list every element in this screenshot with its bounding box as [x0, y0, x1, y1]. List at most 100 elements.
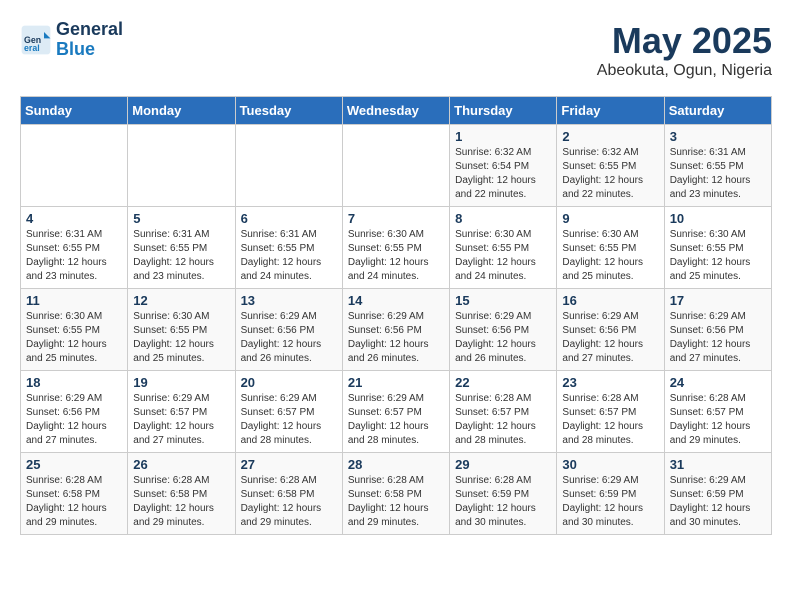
- day-info: Sunrise: 6:29 AM Sunset: 6:59 PM Dayligh…: [670, 474, 766, 530]
- day-info: Sunrise: 6:28 AM Sunset: 6:57 PM Dayligh…: [562, 392, 658, 448]
- calendar-header-row: SundayMondayTuesdayWednesdayThursdayFrid…: [21, 97, 772, 125]
- calendar-cell: 17 Sunrise: 6:29 AM Sunset: 6:56 PM Dayli…: [664, 289, 771, 371]
- calendar-cell: 19 Sunrise: 6:29 AM Sunset: 6:57 PM Dayli…: [128, 371, 235, 453]
- day-number: 22: [455, 375, 551, 390]
- day-info: Sunrise: 6:28 AM Sunset: 6:57 PM Dayligh…: [670, 392, 766, 448]
- day-info: Sunrise: 6:29 AM Sunset: 6:57 PM Dayligh…: [348, 392, 444, 448]
- day-info: Sunrise: 6:28 AM Sunset: 6:58 PM Dayligh…: [241, 474, 337, 530]
- calendar-cell: 21 Sunrise: 6:29 AM Sunset: 6:57 PM Dayli…: [342, 371, 449, 453]
- day-number: 29: [455, 457, 551, 472]
- day-number: 26: [133, 457, 229, 472]
- calendar-cell: [235, 125, 342, 207]
- calendar-cell: 22 Sunrise: 6:28 AM Sunset: 6:57 PM Dayli…: [450, 371, 557, 453]
- day-number: 19: [133, 375, 229, 390]
- day-number: 14: [348, 293, 444, 308]
- day-info: Sunrise: 6:29 AM Sunset: 6:56 PM Dayligh…: [562, 310, 658, 366]
- day-info: Sunrise: 6:30 AM Sunset: 6:55 PM Dayligh…: [562, 228, 658, 284]
- day-number: 7: [348, 211, 444, 226]
- day-info: Sunrise: 6:28 AM Sunset: 6:58 PM Dayligh…: [348, 474, 444, 530]
- day-number: 10: [670, 211, 766, 226]
- svg-text:eral: eral: [24, 43, 40, 53]
- day-info: Sunrise: 6:29 AM Sunset: 6:56 PM Dayligh…: [26, 392, 122, 448]
- day-number: 15: [455, 293, 551, 308]
- day-info: Sunrise: 6:28 AM Sunset: 6:58 PM Dayligh…: [133, 474, 229, 530]
- day-info: Sunrise: 6:30 AM Sunset: 6:55 PM Dayligh…: [348, 228, 444, 284]
- day-info: Sunrise: 6:28 AM Sunset: 6:58 PM Dayligh…: [26, 474, 122, 530]
- day-info: Sunrise: 6:31 AM Sunset: 6:55 PM Dayligh…: [241, 228, 337, 284]
- day-info: Sunrise: 6:28 AM Sunset: 6:57 PM Dayligh…: [455, 392, 551, 448]
- day-number: 24: [670, 375, 766, 390]
- header-tuesday: Tuesday: [235, 97, 342, 125]
- day-info: Sunrise: 6:28 AM Sunset: 6:59 PM Dayligh…: [455, 474, 551, 530]
- calendar-cell: 7 Sunrise: 6:30 AM Sunset: 6:55 PM Daylig…: [342, 207, 449, 289]
- week-row-1: 1Sunrise: 6:32 AM Sunset: 6:54 PM Daylig…: [21, 125, 772, 207]
- title-block: May 2025 Abeokuta, Ogun, Nigeria: [597, 20, 772, 80]
- day-info: Sunrise: 6:31 AM Sunset: 6:55 PM Dayligh…: [26, 228, 122, 284]
- calendar-cell: 26 Sunrise: 6:28 AM Sunset: 6:58 PM Dayli…: [128, 453, 235, 535]
- calendar-cell: 10 Sunrise: 6:30 AM Sunset: 6:55 PM Dayli…: [664, 207, 771, 289]
- header-sunday: Sunday: [21, 97, 128, 125]
- calendar-cell: 27 Sunrise: 6:28 AM Sunset: 6:58 PM Dayli…: [235, 453, 342, 535]
- logo-text: General Blue: [56, 20, 123, 60]
- day-info: Sunrise: 6:29 AM Sunset: 6:56 PM Dayligh…: [455, 310, 551, 366]
- day-number: 30: [562, 457, 658, 472]
- calendar-cell: 13 Sunrise: 6:29 AM Sunset: 6:56 PM Dayli…: [235, 289, 342, 371]
- week-row-2: 4 Sunrise: 6:31 AM Sunset: 6:55 PM Daylig…: [21, 207, 772, 289]
- day-number: 9: [562, 211, 658, 226]
- calendar-cell: [128, 125, 235, 207]
- day-info: Sunrise: 6:30 AM Sunset: 6:55 PM Dayligh…: [133, 310, 229, 366]
- header-saturday: Saturday: [664, 97, 771, 125]
- day-info: Sunrise: 6:30 AM Sunset: 6:55 PM Dayligh…: [670, 228, 766, 284]
- day-number: 17: [670, 293, 766, 308]
- calendar-cell: 3Sunrise: 6:31 AM Sunset: 6:55 PM Daylig…: [664, 125, 771, 207]
- day-info: Sunrise: 6:29 AM Sunset: 6:57 PM Dayligh…: [133, 392, 229, 448]
- day-info: Sunrise: 6:29 AM Sunset: 6:59 PM Dayligh…: [562, 474, 658, 530]
- day-number: 28: [348, 457, 444, 472]
- logo-line1: General: [56, 20, 123, 40]
- day-info: Sunrise: 6:29 AM Sunset: 6:57 PM Dayligh…: [241, 392, 337, 448]
- calendar-cell: 4 Sunrise: 6:31 AM Sunset: 6:55 PM Daylig…: [21, 207, 128, 289]
- day-number: 31: [670, 457, 766, 472]
- day-number: 5: [133, 211, 229, 226]
- week-row-5: 25 Sunrise: 6:28 AM Sunset: 6:58 PM Dayli…: [21, 453, 772, 535]
- calendar-cell: 5Sunrise: 6:31 AM Sunset: 6:55 PM Daylig…: [128, 207, 235, 289]
- day-info: Sunrise: 6:29 AM Sunset: 6:56 PM Dayligh…: [241, 310, 337, 366]
- day-number: 20: [241, 375, 337, 390]
- logo-icon: Gen eral: [20, 24, 52, 56]
- header-friday: Friday: [557, 97, 664, 125]
- logo-line2: Blue: [56, 39, 95, 59]
- calendar-cell: 15 Sunrise: 6:29 AM Sunset: 6:56 PM Dayli…: [450, 289, 557, 371]
- day-number: 11: [26, 293, 122, 308]
- day-number: 6: [241, 211, 337, 226]
- calendar-cell: 6 Sunrise: 6:31 AM Sunset: 6:55 PM Daylig…: [235, 207, 342, 289]
- day-info: Sunrise: 6:31 AM Sunset: 6:55 PM Dayligh…: [670, 146, 766, 202]
- header-thursday: Thursday: [450, 97, 557, 125]
- week-row-4: 18Sunrise: 6:29 AM Sunset: 6:56 PM Dayli…: [21, 371, 772, 453]
- location-subtitle: Abeokuta, Ogun, Nigeria: [597, 62, 772, 80]
- day-number: 13: [241, 293, 337, 308]
- day-info: Sunrise: 6:32 AM Sunset: 6:54 PM Dayligh…: [455, 146, 551, 202]
- day-info: Sunrise: 6:30 AM Sunset: 6:55 PM Dayligh…: [26, 310, 122, 366]
- calendar-cell: 24 Sunrise: 6:28 AM Sunset: 6:57 PM Dayli…: [664, 371, 771, 453]
- calendar-cell: 11 Sunrise: 6:30 AM Sunset: 6:55 PM Dayli…: [21, 289, 128, 371]
- day-number: 23: [562, 375, 658, 390]
- day-info: Sunrise: 6:30 AM Sunset: 6:55 PM Dayligh…: [455, 228, 551, 284]
- day-number: 4: [26, 211, 122, 226]
- day-number: 21: [348, 375, 444, 390]
- day-number: 12: [133, 293, 229, 308]
- calendar-cell: 31 Sunrise: 6:29 AM Sunset: 6:59 PM Dayli…: [664, 453, 771, 535]
- calendar-cell: 30 Sunrise: 6:29 AM Sunset: 6:59 PM Dayli…: [557, 453, 664, 535]
- header-wednesday: Wednesday: [342, 97, 449, 125]
- calendar-cell: 2Sunrise: 6:32 AM Sunset: 6:55 PM Daylig…: [557, 125, 664, 207]
- calendar-cell: 29 Sunrise: 6:28 AM Sunset: 6:59 PM Dayli…: [450, 453, 557, 535]
- day-info: Sunrise: 6:29 AM Sunset: 6:56 PM Dayligh…: [670, 310, 766, 366]
- day-number: 27: [241, 457, 337, 472]
- calendar-cell: [342, 125, 449, 207]
- header-monday: Monday: [128, 97, 235, 125]
- calendar-cell: 12 Sunrise: 6:30 AM Sunset: 6:55 PM Dayli…: [128, 289, 235, 371]
- calendar-cell: 16Sunrise: 6:29 AM Sunset: 6:56 PM Dayli…: [557, 289, 664, 371]
- day-number: 25: [26, 457, 122, 472]
- day-number: 2: [562, 129, 658, 144]
- calendar-cell: 9 Sunrise: 6:30 AM Sunset: 6:55 PM Daylig…: [557, 207, 664, 289]
- month-title: May 2025: [597, 20, 772, 62]
